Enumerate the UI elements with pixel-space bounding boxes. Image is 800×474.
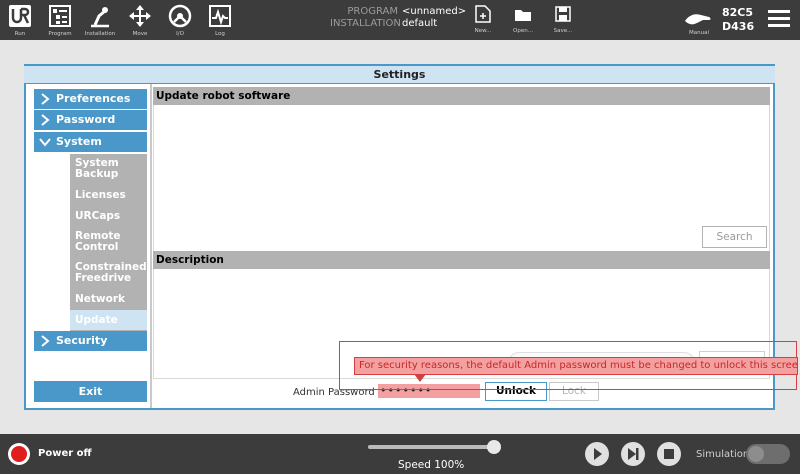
sidebar-subitem-label: Network bbox=[75, 292, 126, 305]
new-button-label: New... bbox=[474, 28, 492, 34]
installation-icon bbox=[91, 7, 109, 28]
sidebar-item-label: Security bbox=[56, 334, 108, 347]
sidebar-item-system-backup[interactable]: System Backup bbox=[70, 154, 147, 184]
sidebar-item-label: Preferences bbox=[56, 92, 131, 105]
sidebar-item-label: Password bbox=[56, 113, 116, 126]
log-tab[interactable]: Log bbox=[200, 0, 240, 40]
top-bar: Run Program Installation Move I/O Log PR… bbox=[0, 0, 800, 40]
new-button[interactable]: New... bbox=[466, 2, 500, 38]
settings-title: Settings bbox=[24, 66, 775, 83]
manual-mode-label: Manual bbox=[689, 30, 709, 36]
chevron-right-icon bbox=[41, 114, 50, 126]
open-folder-icon bbox=[515, 10, 531, 21]
installation-name: default bbox=[402, 18, 438, 29]
tooltip-pointer bbox=[414, 374, 426, 382]
sidebar-subitem-label: Remote Control bbox=[75, 230, 121, 253]
bottom-bar: Power off Speed 100% Simulation bbox=[0, 434, 800, 474]
sidebar-item-constrained-freedrive[interactable]: Constrained Freedrive bbox=[70, 258, 147, 288]
sidebar-subitem-label: System Backup bbox=[75, 157, 119, 180]
installation-tab[interactable]: Installation bbox=[80, 0, 120, 40]
hamburger-menu-icon[interactable] bbox=[768, 10, 790, 28]
log-icon bbox=[209, 5, 231, 27]
log-tab-label: Log bbox=[215, 31, 225, 37]
save-button-label: Save... bbox=[553, 28, 573, 34]
save-icon bbox=[555, 6, 571, 22]
new-file-icon bbox=[475, 5, 491, 23]
sidebar-item-licenses[interactable]: Licenses bbox=[70, 185, 147, 205]
hand-icon bbox=[685, 14, 711, 25]
serial-number: 82C5 D436 bbox=[722, 6, 754, 34]
sidebar-item-remote-control[interactable]: Remote Control bbox=[70, 227, 147, 257]
save-button[interactable]: Save... bbox=[546, 2, 580, 38]
speed-label: Speed 100% bbox=[398, 459, 465, 471]
open-button-label: Open... bbox=[513, 28, 533, 34]
sidebar-item-urcaps[interactable]: URCaps bbox=[70, 206, 147, 226]
move-icon bbox=[129, 5, 151, 27]
sidebar-subitem-label: Constrained Freedrive bbox=[75, 261, 147, 284]
manual-mode-button[interactable]: Manual bbox=[683, 3, 715, 39]
update-section-header: Update robot software bbox=[153, 87, 770, 105]
serial-line-1: 82C5 bbox=[722, 6, 754, 19]
update-list-pane: Search bbox=[153, 105, 770, 251]
open-button[interactable]: Open... bbox=[506, 2, 540, 38]
chevron-down-icon bbox=[39, 138, 51, 147]
step-button[interactable] bbox=[621, 442, 645, 466]
program-tab[interactable]: Program bbox=[40, 0, 80, 40]
io-icon bbox=[168, 4, 192, 28]
power-off-button[interactable]: Power off bbox=[38, 448, 92, 459]
speed-slider-handle[interactable] bbox=[487, 440, 501, 454]
sidebar-subitem-label: Licenses bbox=[75, 188, 126, 201]
speed-slider[interactable] bbox=[368, 445, 494, 449]
play-button[interactable] bbox=[585, 442, 609, 466]
move-tab[interactable]: Move bbox=[120, 0, 160, 40]
sidebar-item-password[interactable]: Password bbox=[34, 110, 147, 130]
installation-tab-label: Installation bbox=[84, 31, 116, 37]
sidebar-divider bbox=[150, 84, 152, 408]
move-tab-label: Move bbox=[132, 31, 148, 37]
stop-button[interactable] bbox=[657, 442, 681, 466]
power-status-icon[interactable] bbox=[8, 443, 30, 465]
chevron-right-icon bbox=[41, 335, 50, 347]
chevron-right-icon bbox=[41, 93, 50, 105]
description-section-header: Description bbox=[153, 251, 770, 269]
program-icon bbox=[49, 5, 71, 27]
program-tab-label: Program bbox=[48, 31, 72, 37]
security-warning-tooltip: For security reasons, the default Admin … bbox=[354, 357, 798, 375]
exit-button[interactable]: Exit bbox=[34, 381, 147, 402]
simulation-label: Simulation bbox=[696, 449, 750, 460]
sidebar-item-update[interactable]: Update bbox=[70, 310, 147, 330]
sidebar-item-system[interactable]: System bbox=[34, 132, 147, 152]
run-tab[interactable]: Run bbox=[0, 0, 40, 40]
io-tab-label: I/O bbox=[176, 31, 184, 37]
sidebar-item-network[interactable]: Network bbox=[70, 289, 147, 309]
play-icon bbox=[594, 448, 602, 460]
step-icon bbox=[628, 448, 639, 460]
stop-icon bbox=[664, 449, 674, 459]
program-name: <unnamed> bbox=[402, 6, 467, 17]
run-tab-label: Run bbox=[14, 31, 26, 37]
ur-logo-icon bbox=[9, 5, 31, 27]
simulation-toggle[interactable] bbox=[746, 444, 790, 464]
sidebar-item-security[interactable]: Security bbox=[34, 331, 147, 351]
sidebar-item-preferences[interactable]: Preferences bbox=[34, 89, 147, 109]
io-tab[interactable]: I/O bbox=[160, 0, 200, 40]
serial-line-2: D436 bbox=[722, 20, 755, 33]
sidebar-subitem-label: URCaps bbox=[75, 209, 121, 222]
program-key: PROGRAM bbox=[347, 6, 398, 17]
sidebar-item-label: System bbox=[56, 135, 102, 148]
search-button[interactable]: Search bbox=[702, 226, 767, 248]
sidebar-subitem-label: Update bbox=[75, 313, 118, 326]
installation-key: INSTALLATION bbox=[330, 18, 401, 29]
program-info: PROGRAM <unnamed> INSTALLATIONdefault bbox=[330, 6, 466, 30]
